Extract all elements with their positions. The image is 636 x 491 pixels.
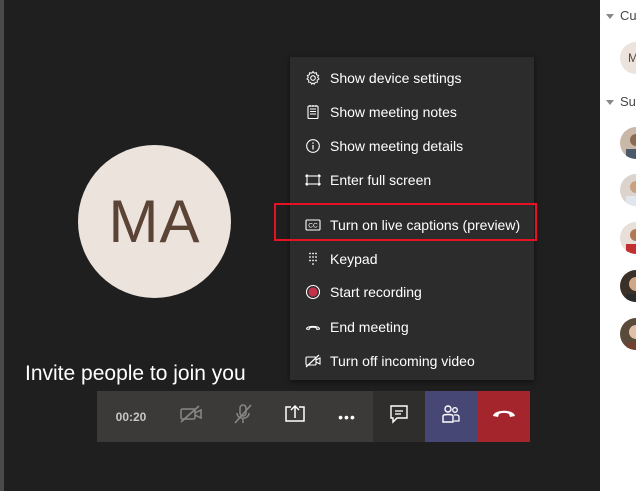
hang-up-button[interactable] [477,391,530,442]
chevron-down-icon [606,100,614,106]
menu-item-label: Keypad [330,251,378,267]
share-screen-icon [283,403,307,430]
menu-item-start-recording[interactable]: Start recording [290,277,534,307]
camera-toggle-button[interactable] [165,391,217,442]
fullscreen-icon [305,172,321,188]
gear-icon [305,70,321,86]
section-label: Cu [620,8,636,23]
section-label: Su [620,94,636,109]
captions-highlight-box [274,203,537,241]
menu-item-turn-off-incoming-video[interactable]: Turn off incoming video [290,346,534,376]
notes-icon [305,104,321,120]
video-off-icon [305,353,321,369]
invite-people-text: Invite people to join you [25,362,246,385]
menu-item-full-screen[interactable]: Enter full screen [290,165,534,195]
call-timer: 00:20 [97,391,165,442]
menu-item-label: End meeting [330,319,409,335]
menu-item-end-meeting[interactable]: End meeting [290,312,534,342]
camera-off-icon [179,404,203,429]
keypad-icon [305,251,321,267]
mic-toggle-button[interactable] [217,391,269,442]
menu-item-label: Show device settings [330,70,462,86]
menu-item-keypad[interactable]: Keypad [290,244,534,274]
chat-icon [388,403,410,430]
hang-up-icon [491,407,517,426]
menu-item-label: Show meeting notes [330,104,457,120]
menu-item-meeting-details[interactable]: Show meeting details [290,131,534,161]
menu-item-label: Show meeting details [330,138,464,154]
record-icon [305,284,321,300]
more-actions-button[interactable]: ••• [321,391,373,442]
menu-item-label: Start recording [330,284,422,300]
info-icon [305,138,321,154]
section-header-suggested[interactable]: Su [606,94,636,109]
avatar-initial: M [628,51,636,65]
chat-button[interactable] [373,391,425,442]
mic-off-icon [232,403,254,430]
end-meeting-icon [305,319,321,335]
share-screen-button[interactable] [269,391,321,442]
people-icon [439,402,463,431]
section-header-current[interactable]: Cu [606,8,636,23]
menu-item-label: Turn off incoming video [330,353,475,369]
participants-button[interactable] [425,391,477,442]
chevron-down-icon [606,14,614,20]
call-toolbar: 00:20 ••• [97,391,530,442]
menu-item-meeting-notes[interactable]: Show meeting notes [290,97,534,127]
menu-item-label: Enter full screen [330,172,432,188]
menu-item-device-settings[interactable]: Show device settings [290,63,534,93]
more-icon: ••• [338,408,356,425]
participant-avatar: MA [78,145,231,298]
